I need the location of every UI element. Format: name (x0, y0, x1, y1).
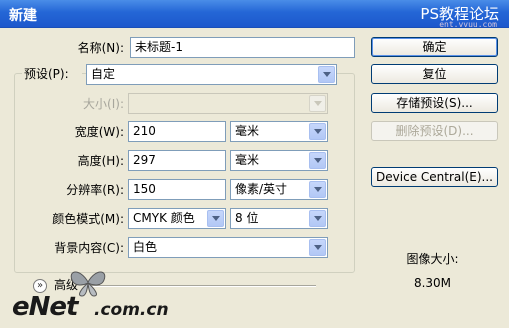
resolution-unit-value: 像素/英寸 (235, 182, 288, 196)
image-size-label: 图像大小: (406, 252, 459, 266)
ok-button[interactable]: 确定 (371, 37, 498, 57)
title-bar[interactable]: 新建 PS教程论坛 ent.vvuu.com (0, 0, 509, 29)
color-mode-label: 颜色模式(M): (52, 212, 124, 226)
preset-select-value: 自定 (91, 67, 116, 81)
chevron-down-icon (309, 95, 326, 112)
height-unit-select[interactable]: 毫米 (230, 150, 328, 171)
name-label: 名称(N): (77, 41, 124, 55)
height-unit-value: 毫米 (235, 153, 260, 167)
background-select[interactable]: 白色 (128, 237, 328, 258)
chevron-down-icon (318, 66, 335, 83)
window-title: 新建 (9, 8, 37, 24)
delete-preset-button[interactable]: 删除预设(D)... (371, 121, 498, 141)
height-input[interactable]: 297 (128, 150, 226, 171)
color-mode-select[interactable]: CMYK 颜色 (128, 208, 226, 229)
name-input[interactable]: 未标题-1 (130, 37, 355, 58)
background-label: 背景内容(C): (54, 241, 124, 255)
reset-button[interactable]: 复位 (371, 64, 498, 84)
preset-label: 预设(P): (22, 64, 82, 84)
chevron-down-icon (309, 123, 326, 140)
bit-depth-value: 8 位 (235, 211, 259, 225)
size-label: 大小(I): (83, 97, 124, 111)
width-unit-select[interactable]: 毫米 (230, 121, 328, 142)
device-central-button[interactable]: Device Central(E)... (371, 167, 498, 187)
save-preset-button[interactable]: 存储预设(S)... (371, 93, 498, 113)
color-mode-value: CMYK 颜色 (133, 211, 195, 225)
bit-depth-select[interactable]: 8 位 (230, 208, 328, 229)
chevron-down-icon (207, 210, 224, 227)
advanced-separator (90, 285, 316, 287)
width-unit-value: 毫米 (235, 124, 260, 138)
width-input[interactable]: 210 (128, 121, 226, 142)
chevron-down-icon (309, 210, 326, 227)
chevron-down-icon (309, 181, 326, 198)
watermark-top-right-small: ent.vvuu.com (439, 20, 497, 29)
resolution-unit-select[interactable]: 像素/英寸 (230, 179, 328, 200)
width-label: 宽度(W): (74, 125, 124, 139)
size-select[interactable] (128, 93, 328, 114)
resolution-label: 分辨率(R): (66, 183, 124, 197)
resolution-input[interactable]: 150 (128, 179, 226, 200)
watermark-enet-suffix: .com.cn (94, 300, 169, 320)
chevron-down-icon (309, 152, 326, 169)
preset-select[interactable]: 自定 (86, 64, 337, 85)
image-size-value: 8.30M (413, 276, 452, 290)
background-value: 白色 (133, 240, 158, 254)
height-label: 高度(H): (77, 154, 124, 168)
watermark-enet: eNet (12, 292, 78, 322)
chevron-double-down-icon[interactable]: » (33, 279, 47, 293)
chevron-down-icon (309, 239, 326, 256)
